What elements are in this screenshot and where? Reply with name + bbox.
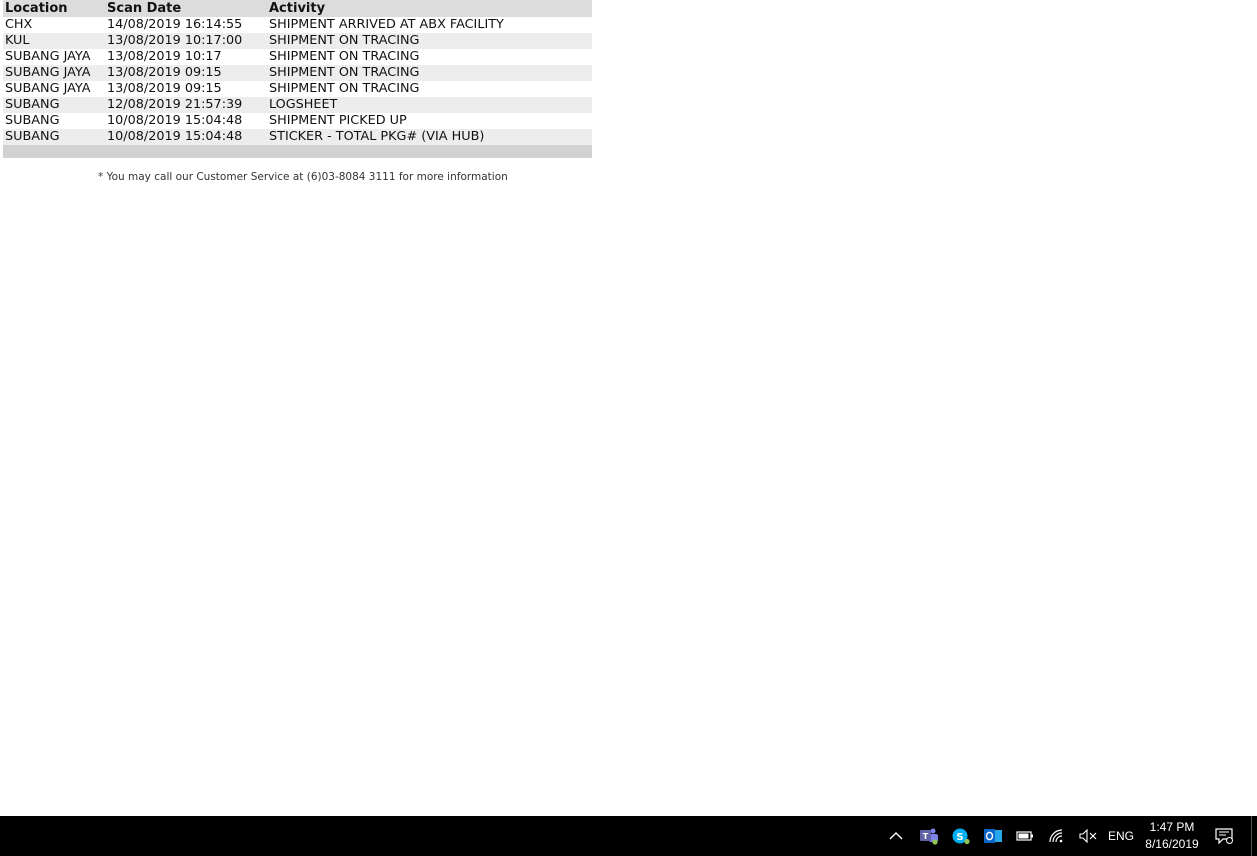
notification-icon: [1215, 828, 1233, 844]
page: Location Scan Date Activity CHX 14/08/20…: [0, 0, 1257, 856]
table-row: SUBANG 10/08/2019 15:04:48 STICKER - TOT…: [3, 129, 592, 145]
cell-activity: SHIPMENT ON TRACING: [267, 81, 592, 97]
wifi-icon: [1049, 829, 1063, 843]
input-language-button[interactable]: ENG: [1105, 816, 1137, 856]
outlook-tray-button[interactable]: [980, 816, 1006, 856]
cell-activity: SHIPMENT ARRIVED AT ABX FACILITY: [267, 17, 592, 33]
battery-icon: [1016, 831, 1033, 841]
table-row: SUBANG JAYA 13/08/2019 10:17 SHIPMENT ON…: [3, 49, 592, 65]
cell-scan-date: 13/08/2019 10:17:00: [105, 33, 267, 49]
volume-muted-icon: [1079, 829, 1097, 843]
action-center-button[interactable]: [1210, 816, 1238, 856]
cell-scan-date: 10/08/2019 15:04:48: [105, 129, 267, 145]
cell-scan-date: 10/08/2019 15:04:48: [105, 113, 267, 129]
tracking-table: Location Scan Date Activity CHX 14/08/20…: [3, 0, 592, 145]
chevron-up-icon: [889, 832, 903, 840]
cell-activity: STICKER - TOTAL PKG# (VIA HUB): [267, 129, 592, 145]
cell-location: SUBANG: [3, 113, 105, 129]
cell-activity: SHIPMENT ON TRACING: [267, 33, 592, 49]
cell-activity: SHIPMENT PICKED UP: [267, 113, 592, 129]
svg-text:S: S: [956, 832, 963, 843]
show-hidden-icons-button[interactable]: [884, 816, 908, 856]
table-row: SUBANG 12/08/2019 21:57:39 LOGSHEET: [3, 97, 592, 113]
tracking-panel: Location Scan Date Activity CHX 14/08/20…: [3, 0, 592, 158]
cell-activity: SHIPMENT ON TRACING: [267, 49, 592, 65]
show-desktop-button[interactable]: [1251, 816, 1257, 856]
table-row: CHX 14/08/2019 16:14:55 SHIPMENT ARRIVED…: [3, 17, 592, 33]
skype-icon: S: [952, 828, 970, 845]
cell-location: SUBANG JAYA: [3, 49, 105, 65]
customer-service-note: * You may call our Customer Service at (…: [98, 171, 508, 183]
cell-activity: LOGSHEET: [267, 97, 592, 113]
cell-location: CHX: [3, 17, 105, 33]
cell-location: SUBANG: [3, 129, 105, 145]
clock-button[interactable]: 1:47 PM 8/16/2019: [1140, 816, 1204, 856]
table-row: SUBANG JAYA 13/08/2019 09:15 SHIPMENT ON…: [3, 65, 592, 81]
cell-location: SUBANG JAYA: [3, 65, 105, 81]
svg-text:T: T: [923, 832, 929, 841]
battery-tray-button[interactable]: [1012, 816, 1038, 856]
cell-scan-date: 13/08/2019 10:17: [105, 49, 267, 65]
header-scan-date: Scan Date: [105, 0, 267, 17]
table-row: KUL 13/08/2019 10:17:00 SHIPMENT ON TRAC…: [3, 33, 592, 49]
cell-scan-date: 12/08/2019 21:57:39: [105, 97, 267, 113]
cell-scan-date: 13/08/2019 09:15: [105, 65, 267, 81]
teams-tray-button[interactable]: T: [916, 816, 942, 856]
table-header-row: Location Scan Date Activity: [3, 0, 592, 17]
outlook-icon: [984, 829, 1002, 843]
header-location: Location: [3, 0, 105, 17]
clock-time: 1:47 PM: [1149, 820, 1195, 834]
cell-scan-date: 14/08/2019 16:14:55: [105, 17, 267, 33]
cell-location: KUL: [3, 33, 105, 49]
skype-tray-button[interactable]: S: [948, 816, 974, 856]
clock-date: 8/16/2019: [1145, 837, 1199, 851]
table-row: SUBANG 10/08/2019 15:04:48 SHIPMENT PICK…: [3, 113, 592, 129]
taskbar: T S ENG 1:47 PM 8/16/2019: [0, 816, 1257, 856]
volume-tray-button[interactable]: [1076, 816, 1100, 856]
teams-icon: T: [920, 828, 938, 845]
table-footer-bar: [3, 145, 592, 158]
cell-location: SUBANG JAYA: [3, 81, 105, 97]
cell-location: SUBANG: [3, 97, 105, 113]
cell-activity: SHIPMENT ON TRACING: [267, 65, 592, 81]
cell-scan-date: 13/08/2019 09:15: [105, 81, 267, 97]
network-tray-button[interactable]: [1044, 816, 1070, 856]
header-activity: Activity: [267, 0, 592, 17]
table-row: SUBANG JAYA 13/08/2019 09:15 SHIPMENT ON…: [3, 81, 592, 97]
